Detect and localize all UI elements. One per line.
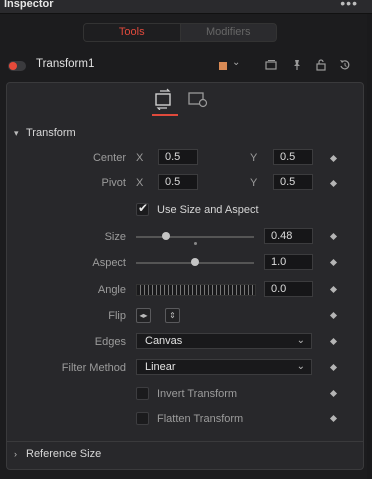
inspector-panel bbox=[6, 82, 364, 470]
flip-horizontal-icon[interactable]: ◂▸ bbox=[136, 308, 151, 323]
edges-dropdown[interactable]: Canvas ⌄ bbox=[136, 333, 312, 349]
settings-controls-icon[interactable] bbox=[186, 88, 212, 112]
chevron-down-icon: ▾ bbox=[14, 128, 19, 138]
chevron-down-icon: ⌄ bbox=[296, 361, 305, 372]
ellipsis-icon[interactable]: ••• bbox=[340, 0, 358, 11]
flatten-transform-label: Flatten Transform bbox=[157, 413, 244, 425]
control-subtabs bbox=[150, 88, 212, 116]
tool-name: Transform1 bbox=[36, 58, 95, 70]
toggle-dot bbox=[9, 62, 17, 70]
angle-field[interactable]: 0.0 bbox=[264, 281, 313, 297]
tool-enable-toggle[interactable] bbox=[8, 61, 26, 71]
pivot-x-label: X bbox=[136, 177, 144, 189]
tool-header: Transform1 ⌄ bbox=[0, 55, 372, 77]
flip-vertical-icon[interactable]: ⇕ bbox=[165, 308, 180, 323]
pivot-y-field[interactable]: 0.5 bbox=[273, 174, 313, 190]
pivot-x-field[interactable]: 0.5 bbox=[158, 174, 198, 190]
reset-icon[interactable] bbox=[339, 59, 351, 74]
tab-modifiers[interactable]: Modifiers bbox=[181, 24, 277, 41]
inspector-titlebar: Inspector ••• bbox=[0, 0, 372, 14]
panel-title: Inspector bbox=[4, 0, 54, 10]
edges-value: Canvas bbox=[145, 335, 183, 347]
pivot-label: Pivot bbox=[101, 177, 126, 189]
edges-label: Edges bbox=[94, 336, 126, 348]
tab-tools[interactable]: Tools bbox=[84, 24, 181, 41]
invert-transform-label: Invert Transform bbox=[157, 388, 238, 400]
filter-method-label: Filter Method bbox=[61, 362, 126, 374]
filter-method-dropdown[interactable]: Linear ⌄ bbox=[136, 359, 312, 375]
section-label: Reference Size bbox=[26, 448, 102, 460]
center-y-field[interactable]: 0.5 bbox=[273, 149, 313, 165]
center-y-label: Y bbox=[250, 152, 258, 164]
filter-method-value: Linear bbox=[145, 361, 176, 373]
checkmark-icon: ✔ bbox=[138, 201, 149, 215]
transform-controls-icon[interactable] bbox=[152, 88, 178, 112]
pivot-y-label: Y bbox=[250, 177, 258, 189]
scrollbar[interactable] bbox=[367, 14, 372, 479]
lock-icon[interactable] bbox=[315, 59, 327, 74]
aspect-slider-knob[interactable] bbox=[191, 258, 199, 266]
versions-icon[interactable] bbox=[265, 59, 277, 74]
size-default-marker bbox=[194, 242, 197, 245]
chevron-down-icon[interactable]: ⌄ bbox=[232, 57, 240, 68]
center-label: Center bbox=[92, 152, 126, 164]
active-subtab-indicator bbox=[152, 114, 178, 116]
angle-label: Angle bbox=[97, 284, 126, 296]
invert-transform-checkbox[interactable] bbox=[136, 387, 149, 400]
chevron-right-icon: › bbox=[14, 449, 17, 459]
size-slider-knob[interactable] bbox=[162, 232, 170, 240]
flatten-transform-checkbox[interactable] bbox=[136, 412, 149, 425]
tool-color-swatch[interactable] bbox=[219, 62, 227, 70]
size-slider[interactable] bbox=[136, 236, 254, 238]
chevron-down-icon: ⌄ bbox=[296, 335, 305, 346]
center-x-field[interactable]: 0.5 bbox=[158, 149, 198, 165]
section-divider bbox=[6, 441, 364, 442]
section-transform-header[interactable]: ▾ Transform bbox=[14, 127, 76, 139]
inspector-tabs: Tools Modifiers bbox=[83, 23, 277, 42]
use-size-aspect-checkbox[interactable]: ✔ bbox=[136, 201, 149, 216]
pin-icon[interactable] bbox=[291, 59, 303, 74]
aspect-field[interactable]: 1.0 bbox=[264, 254, 313, 270]
center-x-label: X bbox=[136, 152, 144, 164]
size-label: Size bbox=[104, 231, 126, 243]
angle-thumbwheel[interactable] bbox=[136, 284, 256, 296]
use-size-aspect-label: Use Size and Aspect bbox=[157, 204, 259, 216]
section-label: Transform bbox=[26, 127, 76, 139]
aspect-label: Aspect bbox=[92, 257, 126, 269]
flip-label: Flip bbox=[108, 310, 126, 322]
size-field[interactable]: 0.48 bbox=[264, 228, 313, 244]
section-reference-size-header[interactable]: › Reference Size bbox=[14, 448, 101, 460]
